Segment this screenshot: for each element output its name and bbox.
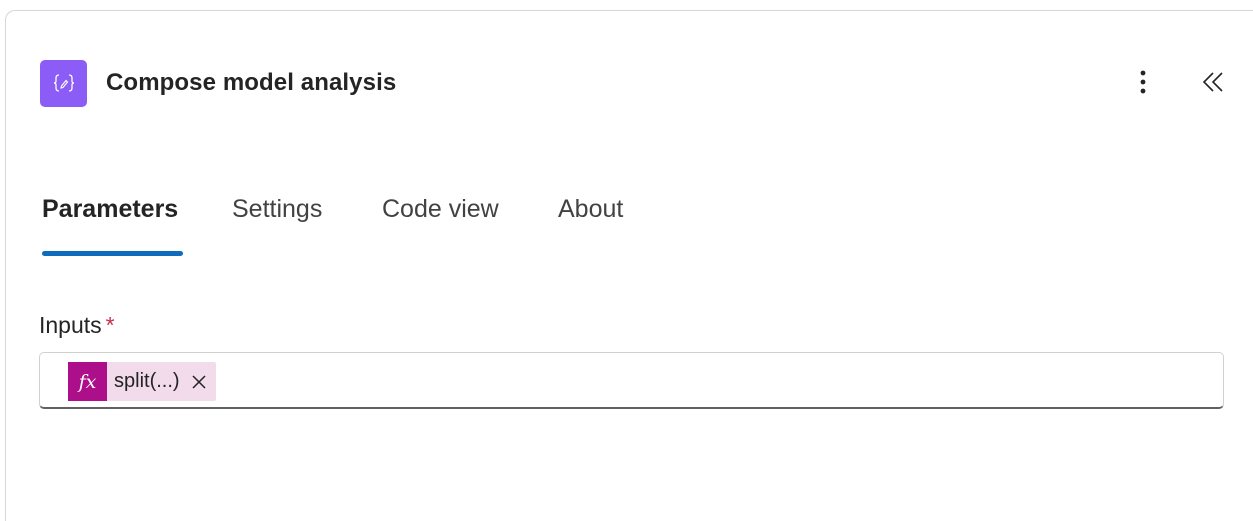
tab-code-view[interactable]: Code view [382,195,499,224]
inputs-field[interactable]: fx split(...) [39,352,1224,409]
close-icon [192,374,206,389]
page-title: Compose model analysis [106,69,397,96]
tab-parameters[interactable]: Parameters [42,195,178,224]
collapse-panel-button[interactable] [1196,64,1232,100]
function-icon: fx [68,362,107,401]
more-vertical-icon [1140,70,1146,94]
expression-token-label: split(...) [114,370,180,392]
double-chevron-left-icon [1202,72,1223,92]
more-options-button[interactable] [1125,64,1161,100]
required-marker: * [105,312,115,338]
expression-token[interactable]: fx split(...) [68,362,216,401]
tab-about[interactable]: About [558,195,623,224]
compose-braces-icon [40,59,87,107]
tab-settings[interactable]: Settings [232,195,322,224]
remove-token-button[interactable] [184,362,214,401]
active-tab-indicator [42,251,183,256]
inputs-label: Inputs * [39,312,115,339]
panel-header: Compose model analysis [40,59,396,107]
inputs-label-text: Inputs [39,312,102,338]
